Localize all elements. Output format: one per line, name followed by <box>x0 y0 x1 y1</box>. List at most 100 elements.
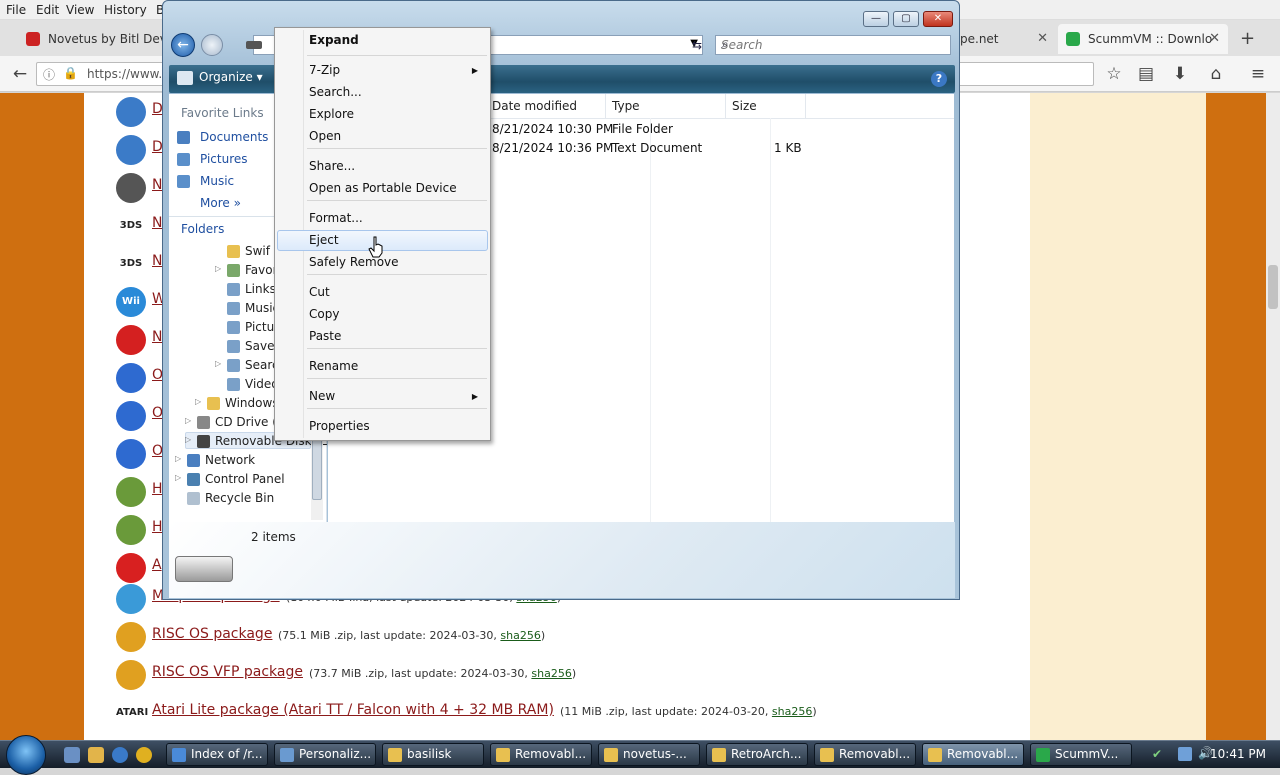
scrollbar-thumb[interactable] <box>1268 265 1278 309</box>
search-box[interactable]: Search ⌕ <box>715 35 951 55</box>
hamburger-menu-icon[interactable]: ≡ <box>1246 62 1270 86</box>
chrome-icon[interactable] <box>136 747 152 763</box>
close-button[interactable]: ✕ <box>923 11 953 27</box>
close-tab-icon[interactable]: ✕ <box>1037 24 1048 54</box>
network-icon[interactable] <box>1178 747 1192 761</box>
taskbar-button[interactable]: RetroArch... <box>706 743 808 766</box>
package-link[interactable]: Atari Lite package (Atari TT / Falcon wi… <box>152 702 554 718</box>
tree-item[interactable]: Recycle Bin <box>205 491 274 505</box>
package-link[interactable]: RISC OS VFP package <box>152 664 303 680</box>
platform-logo-icon <box>116 401 146 431</box>
package-link[interactable]: H <box>152 519 163 535</box>
taskbar-button[interactable]: ScummV... <box>1030 743 1132 766</box>
maximize-button[interactable]: ▢ <box>893 11 919 27</box>
tree-item[interactable]: Swif <box>245 244 270 258</box>
expand-arrow-icon[interactable]: ▷ <box>215 264 221 273</box>
expand-arrow-icon[interactable]: ▷ <box>185 435 191 444</box>
package-link[interactable]: N <box>152 329 162 345</box>
taskbar-button[interactable]: Removabl... <box>490 743 592 766</box>
refresh-icon[interactable]: ⇆ <box>685 35 709 55</box>
menu-item-paste[interactable]: Paste <box>277 326 488 347</box>
package-link[interactable]: RISC OS package <box>152 626 272 642</box>
info-icon[interactable]: ⓘ <box>43 66 55 83</box>
tree-item[interactable]: Links <box>245 282 276 296</box>
organize-button[interactable]: Organize ▾ <box>175 70 263 85</box>
expand-arrow-icon[interactable]: ▷ <box>195 397 201 406</box>
divider <box>770 118 771 522</box>
package-link[interactable]: N <box>152 215 162 231</box>
tray-check-icon[interactable]: ✔ <box>1152 747 1166 761</box>
page-scrollbar[interactable] <box>1266 93 1280 740</box>
expand-arrow-icon[interactable]: ▷ <box>175 454 181 463</box>
clock[interactable]: 10:41 PM <box>1210 747 1266 761</box>
menu-item-open[interactable]: Open <box>277 126 488 147</box>
new-tab-button[interactable]: + <box>1240 28 1255 49</box>
menu-item-explore[interactable]: Explore <box>277 104 488 125</box>
tree-item[interactable]: Windows <box>225 396 279 410</box>
tree-item[interactable]: Network <box>205 453 255 467</box>
sha256-link[interactable]: sha256 <box>531 667 571 680</box>
column-size[interactable]: Size <box>726 94 806 118</box>
taskbar-button[interactable]: Removabl... <box>922 743 1024 766</box>
taskbar-button[interactable]: Index of /r... <box>166 743 268 766</box>
home-icon[interactable]: ⌂ <box>1204 62 1228 86</box>
tab-novetus[interactable]: Novetus by Bitl Deve <box>18 24 164 54</box>
menu-item-properties[interactable]: Properties <box>277 416 488 437</box>
menu-item-rename[interactable]: Rename <box>277 356 488 377</box>
reading-list-icon[interactable]: ▤ <box>1134 62 1158 86</box>
show-desktop-icon[interactable] <box>64 747 80 763</box>
tree-item[interactable]: Control Panel <box>205 472 285 486</box>
taskbar-button[interactable]: novetus-... <box>598 743 700 766</box>
favorite-pictures[interactable]: Pictures <box>200 152 248 166</box>
menu-item-copy[interactable]: Copy <box>277 304 488 325</box>
explorer-icon[interactable] <box>88 747 104 763</box>
favorite-music[interactable]: Music <box>200 174 234 188</box>
taskbar-button[interactable]: Personaliz... <box>274 743 376 766</box>
package-link[interactable]: N <box>152 177 162 193</box>
menu-item-expand[interactable]: Expand <box>277 30 488 51</box>
folder-icon <box>227 378 240 391</box>
bookmark-star-icon[interactable]: ☆ <box>1102 62 1126 86</box>
expand-arrow-icon[interactable]: ▷ <box>175 473 181 482</box>
close-tab-icon[interactable]: ✕ <box>1209 24 1220 54</box>
column-date-modified[interactable]: Date modified <box>486 94 606 118</box>
menu-item-label: Expand <box>309 33 359 47</box>
column-type[interactable]: Type <box>606 94 726 118</box>
sha256-link[interactable]: sha256 <box>500 629 540 642</box>
taskbar-button[interactable]: basilisk <box>382 743 484 766</box>
menu-item-share[interactable]: Share... <box>277 156 488 177</box>
back-arrow-icon[interactable]: ← <box>171 33 195 57</box>
tab-scummvm[interactable]: ScummVM :: Downlo ✕ <box>1058 24 1228 54</box>
folders-header[interactable]: Folders <box>181 222 224 236</box>
ie-icon[interactable] <box>112 747 128 763</box>
back-button[interactable]: ← <box>8 62 32 86</box>
expand-arrow-icon[interactable]: ▷ <box>185 416 191 425</box>
favorite-more[interactable]: More » <box>200 196 241 210</box>
package-link[interactable]: A <box>152 557 162 573</box>
menu-item-format[interactable]: Format... <box>277 208 488 229</box>
forward-arrow-icon[interactable] <box>201 34 223 56</box>
menu-item-cut[interactable]: Cut <box>277 282 488 303</box>
download-icon[interactable]: ⬇ <box>1168 62 1192 86</box>
package-link[interactable]: N <box>152 253 162 269</box>
menu-file[interactable]: File <box>6 3 26 17</box>
expand-arrow-icon[interactable]: ▷ <box>215 359 221 368</box>
menu-item-new[interactable]: New ▶ <box>277 386 488 407</box>
favorite-documents[interactable]: Documents <box>200 130 268 144</box>
menu-item-7-zip[interactable]: 7-Zip ▶ <box>277 60 488 81</box>
taskbar-button[interactable]: Removabl... <box>814 743 916 766</box>
menu-item-search[interactable]: Search... <box>277 82 488 103</box>
minimize-button[interactable]: — <box>863 11 889 27</box>
search-icon[interactable]: ⌕ <box>721 37 946 52</box>
menu-item-open-as-portable-device[interactable]: Open as Portable Device <box>277 178 488 199</box>
menu-view[interactable]: View <box>66 3 94 17</box>
menu-history[interactable]: History <box>104 3 147 17</box>
start-button[interactable] <box>6 735 46 775</box>
menu-item-label: Rename <box>309 359 359 373</box>
sha256-link[interactable]: sha256 <box>772 705 812 718</box>
package-link[interactable]: H <box>152 481 163 497</box>
platform-logo-icon <box>116 135 146 165</box>
tab-other[interactable]: pe.net ✕ <box>956 24 1056 54</box>
menu-edit[interactable]: Edit <box>36 3 59 17</box>
help-icon[interactable]: ? <box>931 71 947 87</box>
